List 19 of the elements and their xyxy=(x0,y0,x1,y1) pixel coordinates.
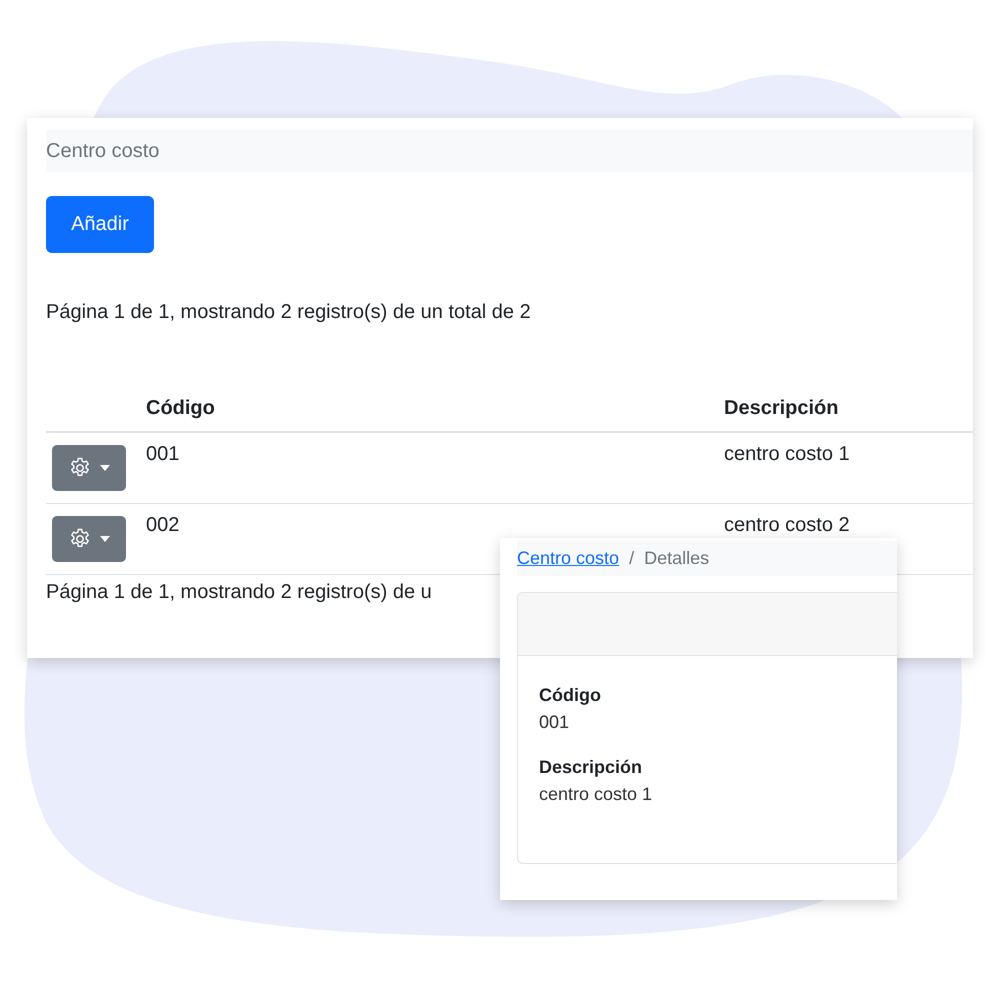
table-cell: 001 xyxy=(145,432,723,504)
breadcrumb-current: Detalles xyxy=(644,548,710,569)
paging-text: Página 1 de 1, mostrando 2 registro(s) de u xyxy=(46,581,433,604)
paging-text: Página 1 de 1, mostrando 2 registro(s) de un total de 2 xyxy=(46,300,532,324)
table-cell: centro costo 1 xyxy=(723,432,973,504)
actions-dropdown-button[interactable] xyxy=(52,445,126,491)
field-value: 001 xyxy=(539,711,570,734)
actions-dropdown-button[interactable] xyxy=(52,516,126,562)
caret-icon xyxy=(100,536,110,542)
breadcrumb-link[interactable]: Centro costo xyxy=(517,548,620,569)
add-button[interactable]: Añadir xyxy=(46,196,154,253)
column-header: Descripción xyxy=(723,385,973,432)
column-header: Código xyxy=(145,385,723,432)
field-value: centro costo 1 xyxy=(539,783,654,806)
page-header: Centro costo xyxy=(46,130,973,172)
field-label: Descripción xyxy=(539,756,644,779)
caret-icon xyxy=(100,465,110,471)
field-label: Código xyxy=(539,684,602,707)
breadcrumb-separator: / xyxy=(629,548,634,569)
